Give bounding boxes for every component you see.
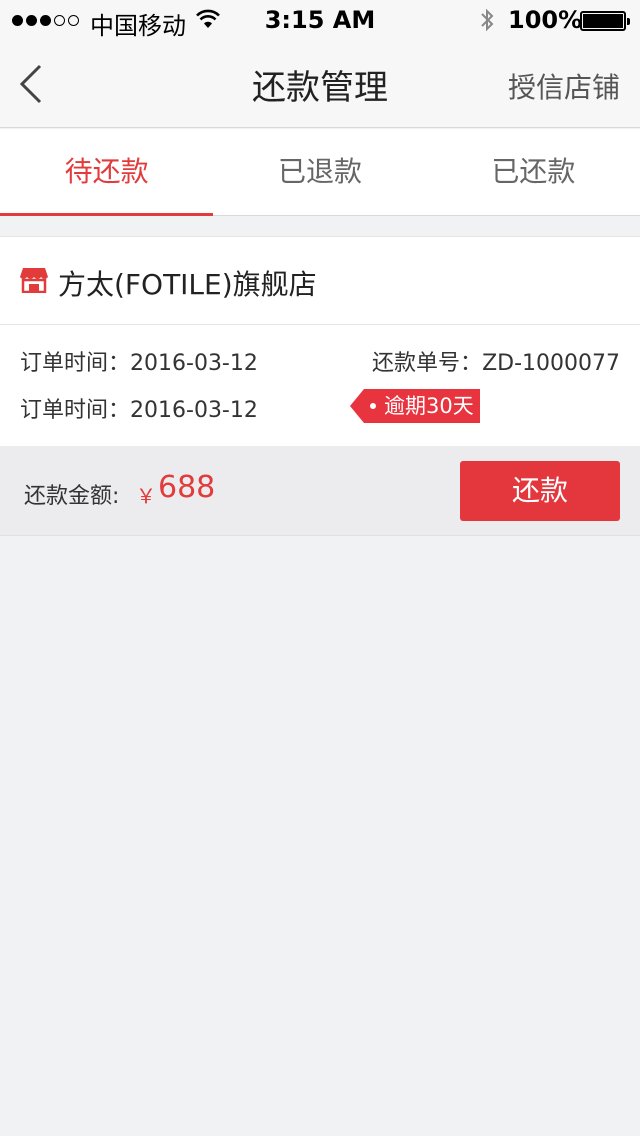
battery-icon xyxy=(580,11,630,31)
order-time-value: 2016-03-12 xyxy=(130,398,258,423)
repayment-number-value: ZD-1000077 xyxy=(482,351,620,376)
bluetooth-icon xyxy=(481,8,494,32)
tab-pending-repayment[interactable]: 待还款 xyxy=(0,129,214,216)
tab-refunded[interactable]: 已退款 xyxy=(213,129,426,215)
repay-button[interactable]: 还款 xyxy=(460,461,620,521)
overdue-badge: 逾期30天 xyxy=(350,389,480,423)
currency-symbol: ￥ xyxy=(136,484,156,508)
payment-row: 还款金额: ￥ 688 还款 xyxy=(0,446,640,536)
status-bar: 中国移动 3:15 AM 100% xyxy=(0,0,640,40)
store-icon xyxy=(20,268,48,293)
amount-label: 还款金额: xyxy=(24,484,120,509)
shop-row[interactable]: 方太(FOTILE)旗舰店 xyxy=(0,237,640,325)
repayment-number-label: 还款单号： xyxy=(372,351,483,376)
repayment-number: 还款单号：ZD-1000077 xyxy=(372,345,620,377)
shop-name: 方太(FOTILE)旗舰店 xyxy=(58,268,317,301)
tab-bar: 待还款 已退款 已还款 xyxy=(0,129,640,216)
nav-bar: 还款管理 授信店铺 xyxy=(0,40,640,128)
screen: 中国移动 3:15 AM 100% 还款管理 授信店铺 待还款 已退款 已还款 xyxy=(0,0,640,1136)
repayment-card: 方太(FOTILE)旗舰店 订单时间：2016-03-12 订单时间：2016-… xyxy=(0,236,640,447)
battery-percent: 100% xyxy=(508,6,583,34)
order-time-label: 订单时间： xyxy=(20,398,131,423)
tab-repaid[interactable]: 已还款 xyxy=(427,129,640,215)
back-chevron-icon[interactable] xyxy=(14,60,50,108)
order-time-label: 订单时间： xyxy=(20,351,131,376)
amount-value: 688 xyxy=(158,470,216,505)
order-time-2: 订单时间：2016-03-12 xyxy=(20,392,258,424)
order-time-1: 订单时间：2016-03-12 xyxy=(20,345,258,377)
order-time-value: 2016-03-12 xyxy=(130,351,258,376)
order-info: 订单时间：2016-03-12 订单时间：2016-03-12 还款单号：ZD-… xyxy=(0,325,640,447)
credit-shops-link[interactable]: 授信店铺 xyxy=(508,66,620,106)
